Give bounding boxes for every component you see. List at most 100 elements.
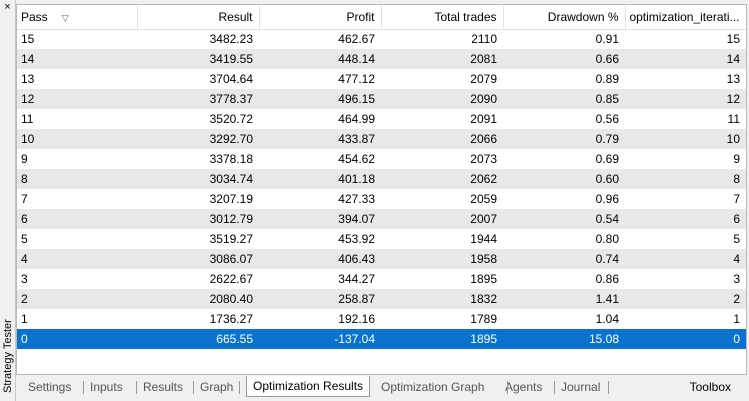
tab-settings[interactable]: Settings (28, 377, 71, 397)
table-row[interactable]: 10 3292.70 433.87 2066 0.79 10 (17, 129, 746, 149)
table-row[interactable]: 3 2622.67 344.27 1895 0.86 3 (17, 269, 746, 289)
table-cell: 1895 (381, 329, 503, 349)
table-row[interactable]: 15 3482.23 462.67 2110 0.91 15 (17, 29, 746, 49)
table-cell: 2073 (470, 152, 497, 166)
panel-title: Strategy Tester (2, 319, 14, 393)
table-cell: 2110 (471, 32, 497, 47)
tab-optimization-results[interactable]: Optimization Results (246, 376, 371, 397)
table-cell: 1 (21, 312, 28, 326)
table-cell: 1.41 (503, 289, 625, 309)
table-cell: 1.04 (595, 312, 619, 326)
column-header-label: optimization_iterati... (629, 9, 740, 24)
table-cell: 1895 (470, 272, 497, 286)
table-row[interactable]: 8 3034.74 401.18 2062 0.60 8 (17, 169, 746, 189)
sort-descending-icon: ▽ (61, 12, 69, 23)
table-cell: 3 (733, 272, 740, 286)
table-cell: 14 (625, 49, 746, 69)
table-cell: 0.85 (503, 89, 625, 109)
table-row[interactable]: 5 3519.27 453.92 1944 0.80 5 (17, 229, 746, 249)
table-cell: 665.55 (137, 329, 259, 349)
table-cell: 477.12 (338, 72, 375, 86)
table-row[interactable]: 13 3704.64 477.12 2079 0.89 13 (17, 69, 746, 89)
table-cell: 8 (625, 169, 746, 189)
table-cell: 15.08 (503, 329, 625, 349)
table-cell: 12 (625, 89, 746, 109)
table-row[interactable]: 6 3012.79 394.07 2007 0.54 6 (17, 209, 746, 229)
table-cell: 2080.40 (137, 289, 259, 309)
column-header-label: Pass (21, 9, 48, 24)
table-cell: 3034.74 (137, 169, 259, 189)
column-header-1[interactable]: Result (137, 5, 260, 30)
table-cell: 11 (727, 112, 740, 126)
table-cell: 4 (625, 249, 746, 269)
close-icon[interactable]: × (2, 2, 13, 13)
table-cell: 2007 (381, 209, 503, 229)
column-header-5[interactable]: optimization_iterati... (625, 5, 746, 30)
table-row[interactable]: 4 3086.07 406.43 1958 0.74 4 (17, 249, 746, 269)
tab-optimization-graph[interactable]: Optimization Graph (381, 377, 484, 397)
toolbox-button[interactable]: Toolbox (690, 377, 731, 397)
table-cell: 6 (625, 209, 746, 229)
tab-graph[interactable]: Graph (200, 377, 233, 397)
table-cell: 3519.27 (209, 232, 253, 246)
tab-results[interactable]: Results (143, 377, 183, 397)
table-cell: 3207.19 (209, 192, 253, 206)
table-cell: 496.15 (259, 89, 381, 109)
table-cell: 15 (21, 32, 35, 47)
tester-tab-bar: Settings Inputs Results Graph Optimization R… (16, 376, 749, 401)
table-cell: 0.66 (503, 49, 625, 69)
table-cell: 2090 (381, 89, 503, 109)
table-cell: 1944 (470, 232, 497, 246)
table-cell: 2059 (470, 192, 497, 206)
table-cell: 454.62 (338, 152, 375, 166)
table-row[interactable]: 1 1736.27 192.16 1789 1.04 1 (17, 309, 746, 329)
column-header-label: Total trades (434, 9, 497, 24)
table-body: 15 3482.23 462.67 2110 0.91 15 14 3419.55 448.14… (17, 29, 746, 349)
table-row[interactable]: 14 3419.55 448.14 2081 0.66 14 (17, 49, 746, 69)
strategy-tester-sidebar: × Strategy Tester (0, 0, 16, 401)
table-cell: 427.33 (338, 192, 375, 206)
table-cell: 2081 (381, 49, 503, 69)
table-cell: 462.67 (338, 32, 375, 47)
table-cell: 2 (17, 289, 137, 309)
column-header-3[interactable]: Total trades (381, 5, 504, 30)
table-cell: 7 (21, 192, 28, 206)
table-cell: 3419.55 (137, 49, 259, 69)
table-cell: 0.79 (503, 129, 625, 149)
table-cell: 433.87 (259, 129, 381, 149)
table-cell: 9 (21, 152, 28, 166)
tab-inputs[interactable]: Inputs (90, 377, 123, 397)
table-row[interactable]: 0 665.55 -137.04 1895 15.08 0 (17, 329, 746, 349)
tab-separator (608, 381, 609, 394)
table-cell: 13 (21, 72, 35, 86)
tab-journal[interactable]: Journal (561, 377, 600, 397)
table-cell: 9 (733, 152, 740, 166)
table-cell: 258.87 (259, 289, 381, 309)
table-cell: 2079 (470, 72, 497, 86)
table-row[interactable]: 12 3778.37 496.15 2090 0.85 12 (17, 89, 746, 109)
table-cell: 394.07 (259, 209, 381, 229)
table-cell: 15 (726, 32, 740, 47)
tab-agents[interactable]: Agents (505, 377, 542, 397)
table-cell: 0.56 (595, 112, 619, 126)
table-cell: 11 (21, 112, 34, 126)
table-cell: 3482.23 (209, 32, 253, 47)
table-cell: 3378.18 (209, 152, 253, 166)
table-cell: 5 (21, 232, 28, 246)
table-cell: 7 (733, 192, 740, 206)
table-cell: 1736.27 (209, 312, 253, 326)
table-cell: 0.69 (595, 152, 619, 166)
table-row[interactable]: 9 3378.18 454.62 2073 0.69 9 (17, 149, 746, 169)
table-row[interactable]: 2 2080.40 258.87 1832 1.41 2 (17, 289, 746, 309)
tab-separator (507, 381, 508, 394)
table-row[interactable]: 11 3520.72 464.99 2091 0.56 11 (17, 109, 746, 129)
column-header-2[interactable]: Profit (259, 5, 382, 30)
table-cell: 1832 (381, 289, 503, 309)
column-header-label: Profit (346, 9, 375, 24)
table-cell: 406.43 (259, 249, 381, 269)
table-cell: 344.27 (338, 272, 375, 286)
table-row[interactable]: 7 3207.19 427.33 2059 0.96 7 (17, 189, 746, 209)
table-cell: 1 (733, 312, 740, 326)
column-header-0[interactable]: Pass ▽ (17, 5, 138, 30)
column-header-4[interactable]: Drawdown % (503, 5, 626, 30)
